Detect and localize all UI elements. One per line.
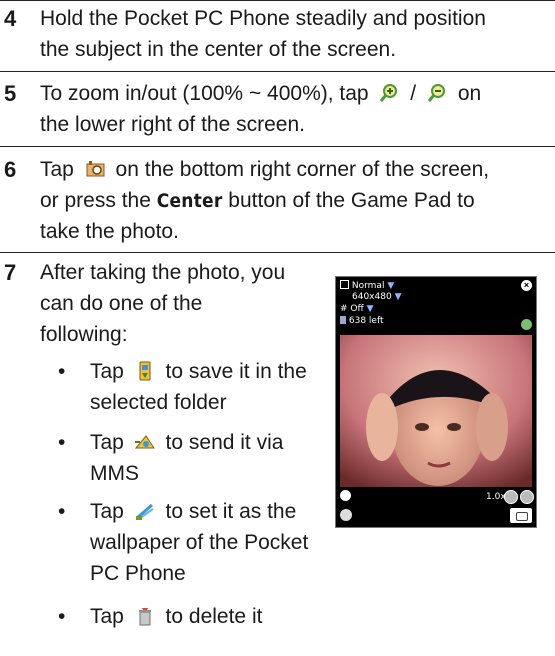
bullet-text-line: MMS [90, 462, 139, 485]
camera-icon [86, 161, 105, 177]
step-text-line: the subject in the center of the screen. [40, 38, 397, 61]
send-mms-icon [134, 435, 155, 449]
separator: / [410, 82, 417, 105]
bullet-text: Tap [90, 500, 124, 523]
step-text-line: following: [40, 323, 128, 346]
bullet-text: Tap [90, 360, 124, 383]
step-text-line: or press the Center button of the Game P… [40, 186, 475, 216]
captured-photo [340, 335, 532, 487]
capture-camera-button[interactable] [510, 508, 532, 523]
divider [0, 146, 555, 147]
info-icon[interactable] [340, 490, 351, 501]
step-text: Tap [40, 158, 74, 181]
effects-icon[interactable] [340, 509, 352, 521]
bullet-text: Tap [90, 431, 124, 454]
flash-row: # Off ▼ [340, 304, 374, 315]
zoom-level: 1.0x [486, 492, 506, 502]
divider [0, 71, 555, 72]
bullet-text-line: Tap to save it in the [90, 357, 307, 387]
flash-value: Off [350, 304, 364, 314]
dropdown-arrow-icon: ▼ [366, 304, 374, 314]
step-text-line: Hold the Pocket PC Phone steadily and po… [40, 7, 486, 30]
step-text: To zoom in/out (100% ~ 400%), tap [40, 82, 369, 105]
bullet-text-line: wallpaper of the Pocket [90, 531, 309, 554]
remaining-value: 638 left [348, 316, 384, 326]
zoom-out-icon[interactable] [520, 490, 534, 504]
step-text-line: Tap on the bottom right corner of the sc… [40, 155, 489, 185]
zoom-in-icon[interactable] [504, 490, 518, 504]
trash-icon [138, 608, 151, 626]
dropdown-arrow-icon: ▼ [387, 281, 395, 291]
save-to-folder-icon [139, 361, 151, 381]
mode-row: Normal ▼ [340, 280, 394, 292]
step-text: button of the Game Pad to [228, 189, 475, 212]
step-text-line: take the photo. [40, 220, 179, 243]
bullet-text: Tap [90, 605, 124, 628]
bullet-dot: • [58, 431, 66, 454]
set-wallpaper-icon [135, 503, 154, 520]
settings-icon[interactable] [521, 319, 532, 330]
close-icon[interactable]: × [521, 280, 532, 291]
step-text: or press the [40, 189, 151, 212]
bullet-dot: • [58, 360, 66, 383]
step-number: 7 [4, 260, 17, 285]
zoom-in-icon [380, 84, 398, 102]
step-text: on the bottom right corner of the screen… [115, 158, 490, 181]
bullet-text: to send it via [165, 431, 284, 454]
camera-icon [516, 512, 528, 521]
bullet-dot: • [58, 605, 66, 628]
dropdown-arrow-icon: ▼ [394, 292, 402, 302]
center-button-label: Center [156, 190, 223, 212]
flash-icon: # [340, 304, 348, 314]
step-text-line: To zoom in/out (100% ~ 400%), tap / on [40, 79, 481, 109]
step-text-line: After taking the photo, you [40, 261, 286, 284]
phone-screenshot: Normal ▼ 640x480 ▼ # Off ▼ 638 left × 1.… [335, 276, 537, 528]
step-number: 4 [4, 6, 17, 31]
zoom-out-icon [427, 84, 445, 102]
step-number: 6 [4, 157, 17, 182]
bullet-text: to save it in the [165, 360, 307, 383]
bullet-dot: • [58, 500, 66, 523]
bullet-text: to set it as the [165, 500, 297, 523]
step-text-line: the lower right of the screen. [40, 113, 305, 136]
checkbox-icon [340, 280, 349, 289]
bullet-text-line: Tap to delete it [90, 602, 262, 632]
bullet-text-line: Tap to set it as the [90, 497, 296, 527]
resolution-value: 640x480 [352, 292, 392, 302]
bullet-text-line: selected folder [90, 391, 227, 414]
resolution-row: 640x480 ▼ [352, 292, 401, 303]
step-text: on [457, 82, 482, 105]
storage-icon [340, 316, 346, 324]
divider-top [0, 0, 555, 1]
bullet-text-line: Tap to send it via [90, 428, 283, 458]
bullet-text: to delete it [165, 605, 263, 628]
divider [0, 252, 555, 253]
bullet-text-line: PC Phone [90, 562, 186, 585]
step-number: 5 [4, 81, 17, 106]
remaining-row: 638 left [340, 316, 384, 327]
mode-value: Normal [351, 281, 385, 291]
step-text-line: can do one of the [40, 292, 203, 315]
